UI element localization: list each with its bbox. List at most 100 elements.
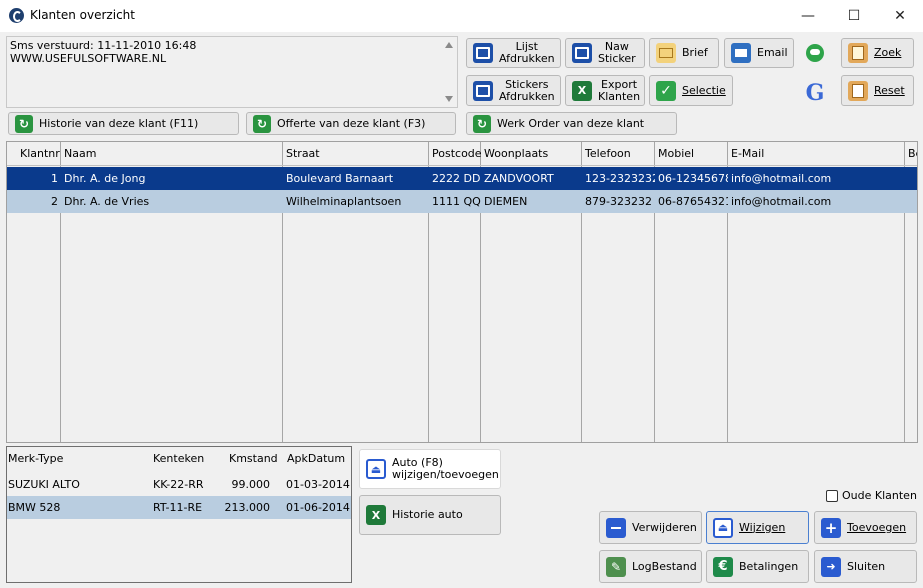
cell-woonplaats: ZANDVOORT xyxy=(484,172,554,185)
logbestand-button[interactable]: LogBestand xyxy=(599,550,702,583)
google-icon[interactable]: G xyxy=(803,81,827,105)
sms-scrollbar[interactable] xyxy=(441,37,457,107)
column-header-straat[interactable]: Straat xyxy=(283,142,320,166)
cell-kenteken: RT-11-RE xyxy=(153,501,203,514)
column-header-apkdatum[interactable]: ApkDatum xyxy=(287,447,345,471)
toevoegen-button[interactable]: Toevoegen xyxy=(814,511,917,544)
log-icon xyxy=(606,556,626,577)
email-button[interactable]: Email xyxy=(724,38,794,68)
title-bar: Klanten overzicht — ☐ ✕ xyxy=(0,0,923,32)
offerte-klant-label: Offerte van deze klant (F3) xyxy=(277,116,426,130)
column-header-naam[interactable]: Naam xyxy=(61,142,96,166)
cell-kenteken: KK-22-RR xyxy=(153,478,204,491)
betalingen-label: Betalingen xyxy=(739,559,799,573)
export-klanten-label-2: Klanten xyxy=(598,89,641,103)
cell-woonplaats: DIEMEN xyxy=(484,195,528,208)
column-header-kmstand[interactable]: Kmstand xyxy=(229,447,278,471)
wijzigen-button[interactable]: Wijzigen xyxy=(706,511,809,544)
sluiten-label: Sluiten xyxy=(847,559,886,573)
envelope-icon xyxy=(656,43,676,63)
window-client: Sms verstuurd: 11-11-2010 16:48 WWW.USEF… xyxy=(0,32,923,588)
zoek-button[interactable]: Zoek xyxy=(841,38,914,68)
lijst-afdrukken-button[interactable]: Lijst Afdrukken xyxy=(466,38,561,68)
werkorder-klant-label: Werk Order van deze klant xyxy=(497,116,645,130)
cell-klantnr: 1 xyxy=(51,172,58,185)
cell-merk-type: SUZUKI ALTO xyxy=(8,478,80,491)
sms-status-textarea[interactable]: Sms verstuurd: 11-11-2010 16:48 WWW.USEF… xyxy=(6,36,458,108)
minus-icon xyxy=(606,517,626,538)
cell-email: info@hotmail.com xyxy=(731,172,832,185)
export-klanten-button[interactable]: ExportKlanten xyxy=(565,75,645,106)
customers-table[interactable]: Klantnr Naam Straat Postcode Woonplaats … xyxy=(6,141,918,443)
maximize-button[interactable]: ☐ xyxy=(831,0,877,32)
table-row[interactable]: 1 Dhr. A. de Jong Boulevard Barnaart 222… xyxy=(7,167,917,190)
close-button[interactable]: ✕ xyxy=(877,0,923,32)
selectie-button[interactable]: Selectie xyxy=(649,75,733,106)
betalingen-button[interactable]: Betalingen xyxy=(706,550,809,583)
stickers-afdrukken-label-2: Afdrukken xyxy=(499,89,555,103)
historie-klant-button[interactable]: Historie van deze klant (F11) xyxy=(8,112,239,135)
table-row[interactable]: 2 Dhr. A. de Vries Wilhelminaplantsoen 1… xyxy=(7,190,917,213)
plus-icon xyxy=(821,517,841,538)
werkorder-klant-button[interactable]: Werk Order van deze klant xyxy=(466,112,677,135)
print-icon xyxy=(572,43,592,63)
checkmark-icon xyxy=(656,80,676,101)
verwijderen-button[interactable]: Verwijderen xyxy=(599,511,702,544)
column-header-woonplaats[interactable]: Woonplaats xyxy=(481,142,548,166)
column-header-mobiel[interactable]: Mobiel xyxy=(655,142,694,166)
zoek-label: Zoek xyxy=(874,46,902,59)
print-icon xyxy=(473,43,493,63)
table-row[interactable]: SUZUKI ALTO KK-22-RR 99.000 01-03-2014 xyxy=(7,473,351,496)
cell-mobiel: 06-12345678 xyxy=(658,172,728,185)
email-label: Email xyxy=(757,46,788,59)
column-header-klantnr[interactable]: Klantnr xyxy=(17,142,60,166)
cell-email: info@hotmail.com xyxy=(731,195,832,208)
historie-klant-label: Historie van deze klant (F11) xyxy=(39,116,199,130)
cell-telefoon: 879-323232 xyxy=(585,195,652,208)
refresh-icon xyxy=(473,114,491,133)
cell-straat: Boulevard Barnaart xyxy=(286,172,394,185)
column-header-telefoon[interactable]: Telefoon xyxy=(582,142,631,166)
auto-wijzigen-toevoegen-button[interactable]: Auto (F8)wijzigen/toevoegen xyxy=(359,449,501,489)
brief-label: Brief xyxy=(682,46,708,59)
column-header-email[interactable]: E-Mail xyxy=(728,142,764,166)
brief-button[interactable]: Brief xyxy=(649,38,719,68)
column-header-merk-type[interactable]: Merk-Type xyxy=(8,447,63,471)
cell-naam: Dhr. A. de Vries xyxy=(64,195,150,208)
excel-icon xyxy=(572,80,592,101)
stickers-afdrukken-button[interactable]: Stickers Afdrukken xyxy=(466,75,561,106)
exit-icon xyxy=(821,556,841,577)
naw-sticker-button[interactable]: Naw Sticker xyxy=(565,38,645,68)
column-header-kenteken[interactable]: Kenteken xyxy=(153,447,204,471)
cell-kmstand: 99.000 xyxy=(231,478,271,491)
historie-auto-button[interactable]: Historie auto xyxy=(359,495,501,535)
sms-status-line: Sms verstuurd: 11-11-2010 16:48 xyxy=(10,39,197,52)
column-header-be[interactable]: Be xyxy=(905,142,917,166)
scroll-down-arrow-icon[interactable] xyxy=(445,96,453,102)
oude-klanten-checkbox[interactable]: Oude Klanten xyxy=(826,489,917,502)
column-header-postcode[interactable]: Postcode xyxy=(429,142,482,166)
cell-mobiel: 06-87654321 xyxy=(658,195,728,208)
table-row[interactable]: BMW 528 RT-11-RE 213.000 01-06-2014 xyxy=(7,496,351,519)
checkbox-box[interactable] xyxy=(826,489,838,502)
sluiten-button[interactable]: Sluiten xyxy=(814,550,917,583)
reset-button[interactable]: Reset xyxy=(841,75,914,106)
refresh-icon xyxy=(15,114,33,133)
email-icon xyxy=(731,43,751,63)
auto-label-2: wijzigen/toevoegen xyxy=(392,468,499,481)
scroll-up-arrow-icon[interactable] xyxy=(445,42,453,48)
eject-icon xyxy=(366,459,386,479)
naw-sticker-label-2: Sticker xyxy=(598,52,636,65)
sms-icon[interactable] xyxy=(806,44,824,62)
cell-naam: Dhr. A. de Jong xyxy=(64,172,146,185)
search-icon xyxy=(848,43,868,63)
cars-table[interactable]: Merk-Type Kenteken Kmstand ApkDatum SUZU… xyxy=(6,446,352,583)
lijst-afdrukken-label-2: Afdrukken xyxy=(499,52,555,65)
cell-klantnr: 2 xyxy=(51,195,58,208)
website-line: WWW.USEFULSOFTWARE.NL xyxy=(10,52,167,65)
cell-postcode: 1111 QQ xyxy=(432,195,481,208)
payment-icon xyxy=(713,556,733,577)
minimize-button[interactable]: — xyxy=(785,0,831,32)
offerte-klant-button[interactable]: Offerte van deze klant (F3) xyxy=(246,112,456,135)
cell-straat: Wilhelminaplantsoen xyxy=(286,195,402,208)
